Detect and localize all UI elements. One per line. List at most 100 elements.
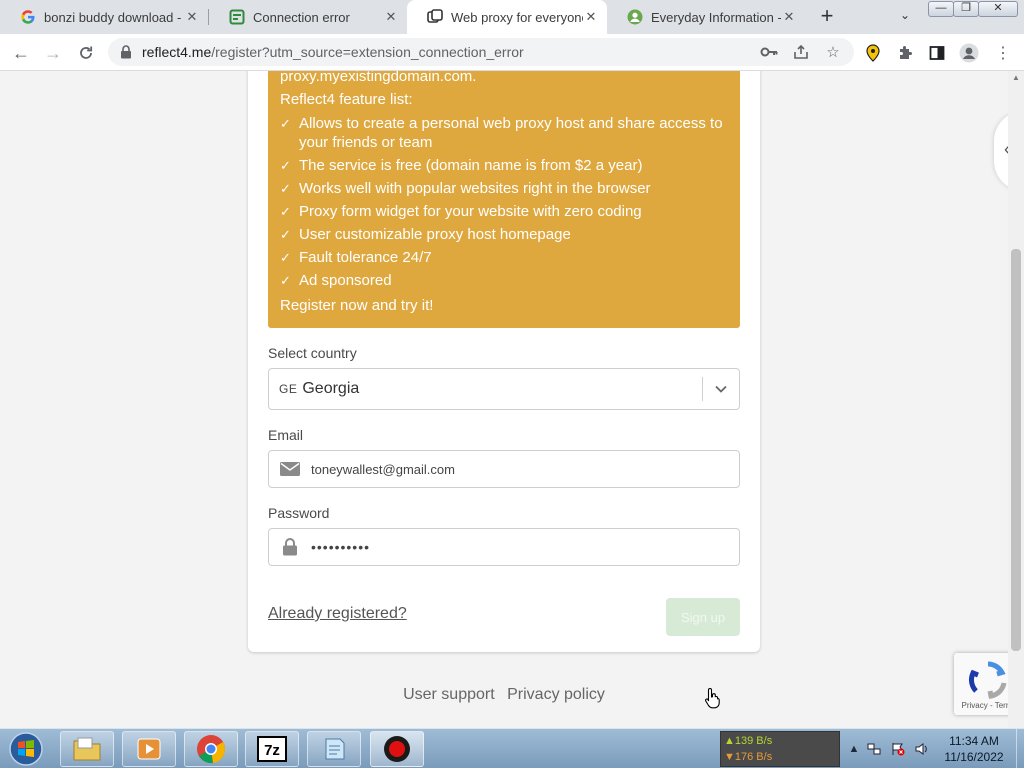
- new-tab-button[interactable]: +: [815, 5, 839, 29]
- feature-list: ✓ Allows to create a personal web proxy h…: [280, 114, 728, 290]
- hand-cursor-icon: [704, 687, 722, 714]
- close-window-button[interactable]: ✕: [978, 1, 1018, 17]
- password-label: Password: [268, 505, 330, 521]
- taskbar-notepad-button[interactable]: [307, 731, 361, 767]
- tab-title: Connection error: [253, 9, 350, 25]
- taskbar-7zip-button[interactable]: 7z: [245, 731, 299, 767]
- restore-button[interactable]: ❐: [953, 1, 979, 17]
- minimize-button[interactable]: —: [928, 1, 954, 17]
- system-clock[interactable]: 11:34 AM 11/16/2022: [934, 733, 1014, 765]
- feature-item: ✓ Works well with popular websites right …: [280, 180, 651, 197]
- kebab-menu-icon[interactable]: ⋮: [992, 42, 1014, 64]
- bookmark-star-icon[interactable]: ☆: [822, 41, 844, 63]
- check-icon: ✓: [280, 204, 291, 219]
- vertical-scrollbar[interactable]: ▲: [1008, 71, 1024, 728]
- back-button[interactable]: ←: [8, 40, 34, 66]
- chevron-down-icon[interactable]: [703, 385, 739, 393]
- reload-button[interactable]: [73, 40, 99, 66]
- tab-title: Everyday Information - C: [651, 9, 781, 25]
- email-input[interactable]: [311, 461, 739, 477]
- country-select[interactable]: GE Georgia: [268, 368, 740, 410]
- country-label: Select country: [268, 345, 357, 361]
- url-text: reflect4.me/register?utm_source=extensio…: [142, 44, 524, 60]
- already-registered-link[interactable]: Already registered?: [268, 605, 407, 623]
- tab-bonzi[interactable]: bonzi buddy download - ✕: [0, 0, 208, 34]
- reflect4-icon: [427, 9, 443, 25]
- lock-icon: [279, 538, 301, 556]
- folder-icon: [73, 737, 101, 761]
- action-center-flag-icon[interactable]: [890, 741, 906, 757]
- tab-connection-error[interactable]: Connection error ✕: [209, 0, 407, 34]
- feature-item: ✓ Proxy form widget for your website with…: [280, 203, 642, 220]
- taskbar-recorder-button[interactable]: [370, 731, 424, 767]
- taskbar-explorer-button[interactable]: [60, 731, 114, 767]
- lock-icon[interactable]: [120, 45, 134, 59]
- taskbar-chrome-button[interactable]: [184, 731, 238, 767]
- close-icon[interactable]: ✕: [583, 9, 599, 25]
- show-desktop-button[interactable]: [1016, 729, 1024, 768]
- feature-list-title: Reflect4 feature list:: [280, 91, 413, 108]
- tab-strip: bonzi buddy download - ✕ Connection erro…: [0, 0, 1024, 34]
- forward-button[interactable]: →: [40, 40, 66, 66]
- tab-title: Web proxy for everyone!: [451, 9, 583, 25]
- extensions-puzzle-icon[interactable]: [895, 42, 917, 64]
- network-meter: ▲139 B/s ▼176 B/s: [720, 731, 840, 767]
- clock-time: 11:34 AM: [949, 734, 999, 748]
- feature-item: ✓ Ad sponsored: [280, 272, 392, 289]
- password-input[interactable]: [311, 539, 739, 555]
- windows-taskbar: 7z ▲139 B/s ▼176 B/s ▲ 11:34 AM 11/16/20…: [0, 728, 1024, 768]
- privacy-policy-link[interactable]: Privacy policy: [507, 686, 605, 703]
- clock-date: 11/16/2022: [944, 750, 1004, 764]
- green-page-icon: [229, 9, 245, 25]
- chrome-icon: [197, 735, 225, 764]
- check-icon: ✓: [280, 273, 291, 288]
- password-field[interactable]: [268, 528, 740, 566]
- key-icon[interactable]: [758, 41, 780, 63]
- browser-toolbar: ← → reflect4.me/register?utm_source=exte…: [0, 34, 1024, 71]
- footer-links: User support Privacy policy: [0, 686, 1008, 704]
- check-icon: ✓: [280, 250, 291, 265]
- scroll-thumb[interactable]: [1011, 249, 1021, 651]
- tab-web-proxy[interactable]: Web proxy for everyone! ✕: [407, 0, 607, 34]
- tab-title: bonzi buddy download -: [44, 9, 182, 25]
- upload-speed: ▲139 B/s: [724, 735, 773, 747]
- tab-everyday-information[interactable]: Everyday Information - C ✕: [607, 0, 805, 34]
- 7zip-icon: 7z: [257, 736, 287, 762]
- close-icon[interactable]: ✕: [184, 9, 200, 25]
- address-bar[interactable]: reflect4.me/register?utm_source=extensio…: [108, 38, 854, 66]
- side-panel-icon[interactable]: [926, 42, 948, 64]
- feature-item: ✓ The service is free (domain name is fro…: [280, 157, 643, 174]
- taskbar-media-player-button[interactable]: [122, 731, 176, 767]
- feature-item: ✓ Fault tolerance 24/7: [280, 249, 432, 266]
- country-flag-code: GE: [279, 382, 298, 396]
- profile-avatar-icon[interactable]: [958, 42, 980, 64]
- register-card: proxy.myexistingdomain.com. Reflect4 fea…: [248, 71, 760, 652]
- close-icon[interactable]: ✕: [781, 9, 797, 25]
- check-icon: ✓: [280, 116, 291, 131]
- check-icon: ✓: [280, 227, 291, 242]
- register-cta: Register now and try it!: [280, 297, 434, 314]
- recaptcha-logo-icon: [968, 661, 1008, 704]
- share-icon[interactable]: [790, 41, 812, 63]
- sign-up-button[interactable]: Sign up: [666, 598, 740, 636]
- feature-item: ✓ Allows to create a personal web proxy h…: [280, 115, 723, 151]
- location-extension-icon[interactable]: [862, 42, 884, 64]
- email-field[interactable]: [268, 450, 740, 488]
- scroll-up-arrow-icon[interactable]: ▲: [1008, 71, 1024, 85]
- banner-top-line: proxy.myexistingdomain.com.: [280, 71, 477, 85]
- close-icon[interactable]: ✕: [383, 9, 399, 25]
- envelope-icon: [279, 462, 301, 476]
- volume-speaker-icon[interactable]: [914, 741, 930, 757]
- media-player-icon: [137, 738, 161, 760]
- start-button[interactable]: [4, 730, 48, 768]
- network-tray-icon[interactable]: [866, 741, 882, 757]
- record-icon: [384, 736, 410, 762]
- svg-text:7z: 7z: [264, 742, 280, 759]
- tab-search-chevron-icon[interactable]: ⌄: [895, 8, 915, 26]
- show-hidden-icons-arrow-icon[interactable]: ▲: [846, 741, 862, 757]
- google-icon: [20, 9, 36, 25]
- user-support-link[interactable]: User support: [403, 686, 495, 703]
- country-value: Georgia: [302, 380, 360, 397]
- notepad-icon: [325, 738, 345, 760]
- profile-icon: [627, 9, 643, 25]
